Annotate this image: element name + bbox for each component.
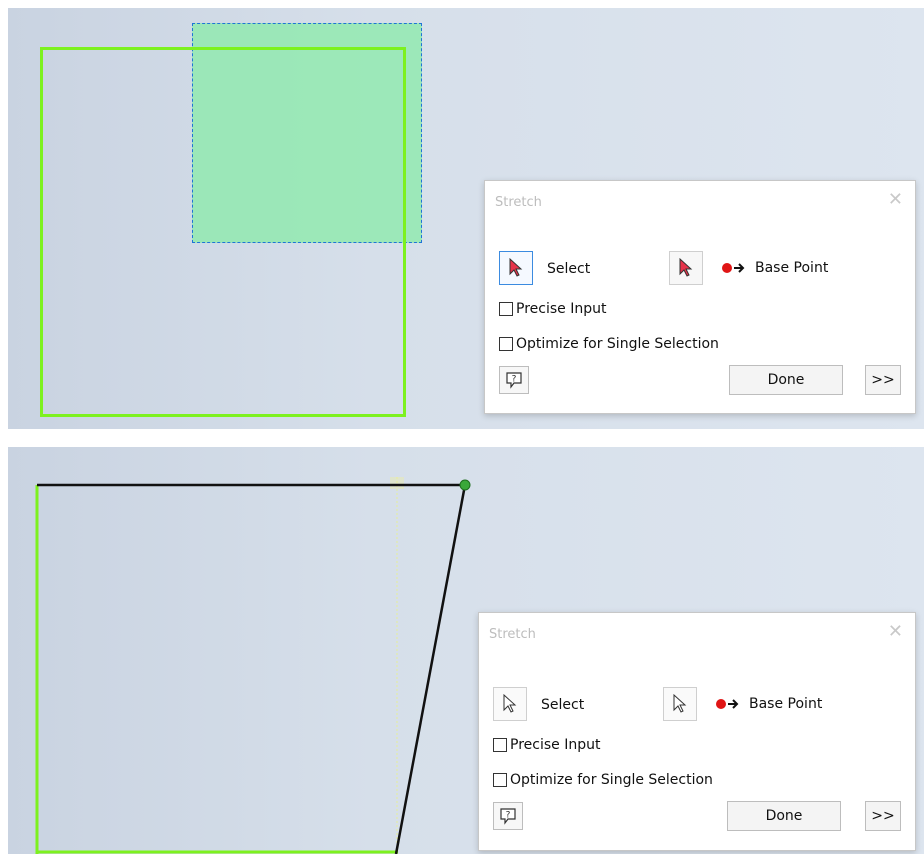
base-point-select-button[interactable] xyxy=(663,687,697,721)
done-button[interactable]: Done xyxy=(729,365,843,395)
original-top-edge-highlight xyxy=(390,477,404,489)
done-button[interactable]: Done xyxy=(727,801,841,831)
svg-text:?: ? xyxy=(506,811,511,821)
more-options-button[interactable]: >> xyxy=(865,365,901,395)
graphics-viewport-bottom[interactable]: Stretch ✕ Select Base Point Precise Inpu… xyxy=(8,447,924,854)
grip-point[interactable] xyxy=(459,479,471,491)
precise-input-label: Precise Input xyxy=(516,301,607,317)
base-point-select-button[interactable] xyxy=(669,251,703,285)
base-point-label: Base Point xyxy=(749,696,823,712)
sketch-rectangle[interactable] xyxy=(40,47,406,417)
precise-input-row[interactable]: Precise Input xyxy=(499,301,606,317)
dialog-title: Stretch xyxy=(489,627,536,642)
cursor-arrow-icon xyxy=(673,694,687,713)
stretch-dialog: Stretch ✕ Select Base Point Precise Inpu… xyxy=(484,180,916,414)
graphics-viewport-top[interactable]: Stretch ✕ Select Base Point Precise Inpu… xyxy=(8,8,924,429)
base-point-arrow-icon xyxy=(716,699,739,709)
base-point-row[interactable]: Base Point xyxy=(721,260,828,276)
optimize-row[interactable]: Optimize for Single Selection xyxy=(499,336,719,352)
optimize-single-selection-checkbox[interactable] xyxy=(499,337,513,351)
more-options-button[interactable]: >> xyxy=(865,801,901,831)
optimize-label: Optimize for Single Selection xyxy=(516,336,719,352)
select-label: Select xyxy=(547,261,591,277)
help-button[interactable]: ? xyxy=(499,366,529,394)
optimize-row[interactable]: Optimize for Single Selection xyxy=(493,772,713,788)
optimize-label: Optimize for Single Selection xyxy=(510,772,713,788)
precise-input-label: Precise Input xyxy=(510,737,601,753)
select-button[interactable] xyxy=(499,251,533,285)
base-point-arrow-icon xyxy=(722,263,745,273)
close-icon[interactable]: ✕ xyxy=(888,191,903,209)
help-icon: ? xyxy=(500,808,516,825)
svg-text:?: ? xyxy=(512,375,517,385)
help-icon: ? xyxy=(506,372,522,389)
close-icon[interactable]: ✕ xyxy=(888,623,903,641)
precise-input-row[interactable]: Precise Input xyxy=(493,737,600,753)
help-button[interactable]: ? xyxy=(493,802,523,830)
optimize-single-selection-checkbox[interactable] xyxy=(493,773,507,787)
cursor-arrow-icon xyxy=(503,694,517,713)
precise-input-checkbox[interactable] xyxy=(493,738,507,752)
select-button[interactable] xyxy=(493,687,527,721)
base-point-label: Base Point xyxy=(755,260,829,276)
stretch-dialog: Stretch ✕ Select Base Point Precise Inpu… xyxy=(478,612,916,851)
stretched-right-edge xyxy=(394,484,467,854)
cursor-arrow-icon xyxy=(679,258,693,277)
dialog-title: Stretch xyxy=(495,195,542,210)
cursor-arrow-icon xyxy=(509,258,523,277)
select-label: Select xyxy=(541,697,585,713)
base-point-row[interactable]: Base Point xyxy=(715,696,822,712)
precise-input-checkbox[interactable] xyxy=(499,302,513,316)
